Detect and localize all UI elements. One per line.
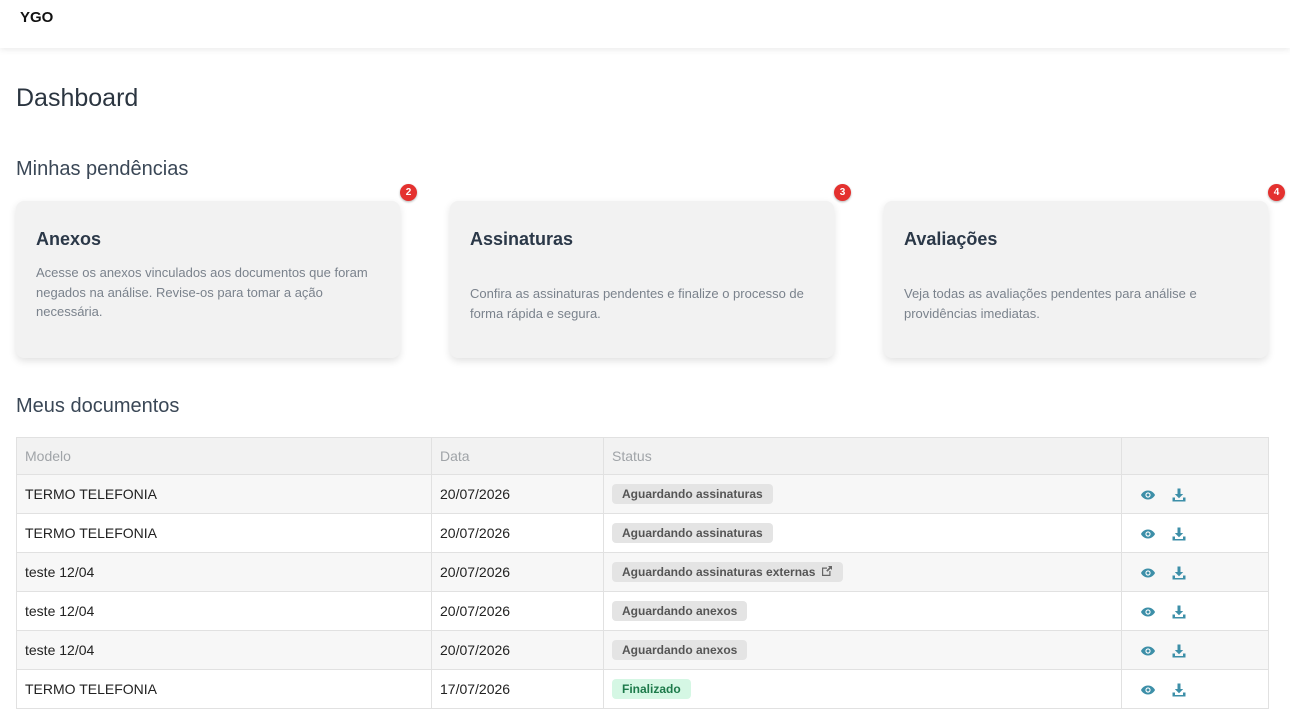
eye-icon[interactable] [1140, 565, 1156, 581]
eye-icon[interactable] [1140, 487, 1156, 503]
card-assinaturas[interactable]: 3 Assinaturas Confira as assinaturas pen… [450, 184, 851, 358]
cell-modelo: teste 12/04 [16, 591, 432, 631]
status-label: Aguardando assinaturas [622, 526, 763, 540]
cell-status: Finalizado [603, 669, 1122, 709]
table-row[interactable]: TERMO TELEFONIA 20/07/2026 Aguardando assi… [16, 474, 1269, 514]
card-description: Veja todas as avaliações pendentes para … [904, 286, 1197, 321]
documents-table: Modelo Data Status TERMO TELEFONIA 20/07/… [16, 437, 1269, 709]
cell-modelo: teste 12/04 [16, 552, 432, 592]
cell-data: 20/07/2026 [431, 591, 604, 631]
cell-status: Aguardando assinaturas [603, 474, 1122, 514]
cell-actions [1121, 591, 1269, 631]
brand-logo[interactable]: YGO [20, 9, 53, 26]
cell-data: 20/07/2026 [431, 513, 604, 553]
table-row[interactable]: TERMO TELEFONIA 20/07/2026 Aguardando assi… [16, 513, 1269, 553]
status-badge: Aguardando assinaturas [612, 523, 773, 543]
card-title: Anexos [36, 229, 102, 249]
card-description: Acesse os anexos vinculados aos document… [36, 265, 368, 319]
cell-data: 17/07/2026 [431, 669, 604, 709]
cell-actions [1121, 630, 1269, 670]
status-badge: Aguardando anexos [612, 640, 748, 660]
documents-table-container: Modelo Data Status TERMO TELEFONIA 20/07/… [16, 437, 1269, 709]
table-row[interactable]: teste 12/04 20/07/2026 Aguardando anexos [16, 630, 1269, 670]
download-icon[interactable] [1171, 604, 1187, 620]
cell-actions [1121, 474, 1269, 514]
status-badge: Aguardando anexos [612, 601, 748, 621]
cell-actions [1121, 513, 1269, 553]
status-badge[interactable]: Aguardando assinaturas externas [612, 562, 844, 582]
documentos-title: Meus documentos [16, 395, 180, 417]
cell-status: Aguardando anexos [603, 630, 1122, 670]
cell-modelo: TERMO TELEFONIA [16, 474, 432, 514]
status-label: Aguardando assinaturas [622, 487, 763, 501]
cell-status: Aguardando anexos [603, 591, 1122, 631]
cell-actions [1121, 669, 1269, 709]
notification-badge: 3 [834, 184, 851, 201]
column-header-status[interactable]: Status [603, 437, 1122, 475]
status-label: Aguardando assinaturas externas [622, 565, 816, 579]
download-icon[interactable] [1171, 682, 1187, 698]
cell-data: 20/07/2026 [431, 552, 604, 592]
external-link-icon[interactable] [821, 565, 833, 577]
card-description: Confira as assinaturas pendentes e final… [470, 286, 804, 321]
pendencias-title: Minhas pendências [16, 158, 189, 180]
table-header-row: Modelo Data Status [16, 437, 1269, 475]
table-row[interactable]: TERMO TELEFONIA 17/07/2026 Finalizado [16, 669, 1269, 709]
cell-status: Aguardando assinaturas [603, 513, 1122, 553]
status-badge: Finalizado [612, 679, 691, 699]
eye-icon[interactable] [1140, 643, 1156, 659]
card-anexos[interactable]: 2 Anexos Acesse os anexos vinculados aos… [16, 184, 417, 358]
notification-badge: 4 [1268, 184, 1285, 201]
cell-data: 20/07/2026 [431, 474, 604, 514]
download-icon[interactable] [1171, 643, 1187, 659]
top-navbar: YGO [0, 0, 1290, 48]
cell-actions [1121, 552, 1269, 592]
card-avaliacoes[interactable]: 4 Avaliações Veja todas as avaliações pe… [884, 184, 1285, 358]
cell-modelo: teste 12/04 [16, 630, 432, 670]
cell-modelo: TERMO TELEFONIA [16, 513, 432, 553]
status-badge: Aguardando assinaturas [612, 484, 773, 504]
eye-icon[interactable] [1140, 526, 1156, 542]
page-title: Dashboard [16, 84, 139, 112]
column-header-modelo[interactable]: Modelo [16, 437, 432, 475]
download-icon[interactable] [1171, 487, 1187, 503]
cell-status: Aguardando assinaturas externas [603, 552, 1122, 592]
download-icon[interactable] [1171, 565, 1187, 581]
eye-icon[interactable] [1140, 682, 1156, 698]
notification-badge: 2 [400, 184, 417, 201]
eye-icon[interactable] [1140, 604, 1156, 620]
status-label: Finalizado [622, 682, 681, 696]
card-title: Avaliações [904, 229, 998, 249]
status-label: Aguardando anexos [622, 604, 738, 618]
table-row[interactable]: teste 12/04 20/07/2026 Aguardando assinatu… [16, 552, 1269, 592]
table-row[interactable]: teste 12/04 20/07/2026 Aguardando anexos [16, 591, 1269, 631]
column-header-data[interactable]: Data [431, 437, 604, 475]
download-icon[interactable] [1171, 526, 1187, 542]
cell-data: 20/07/2026 [431, 630, 604, 670]
status-label: Aguardando anexos [622, 643, 738, 657]
card-title: Assinaturas [470, 229, 574, 249]
cell-modelo: TERMO TELEFONIA [16, 669, 432, 709]
column-header-actions [1121, 437, 1269, 475]
